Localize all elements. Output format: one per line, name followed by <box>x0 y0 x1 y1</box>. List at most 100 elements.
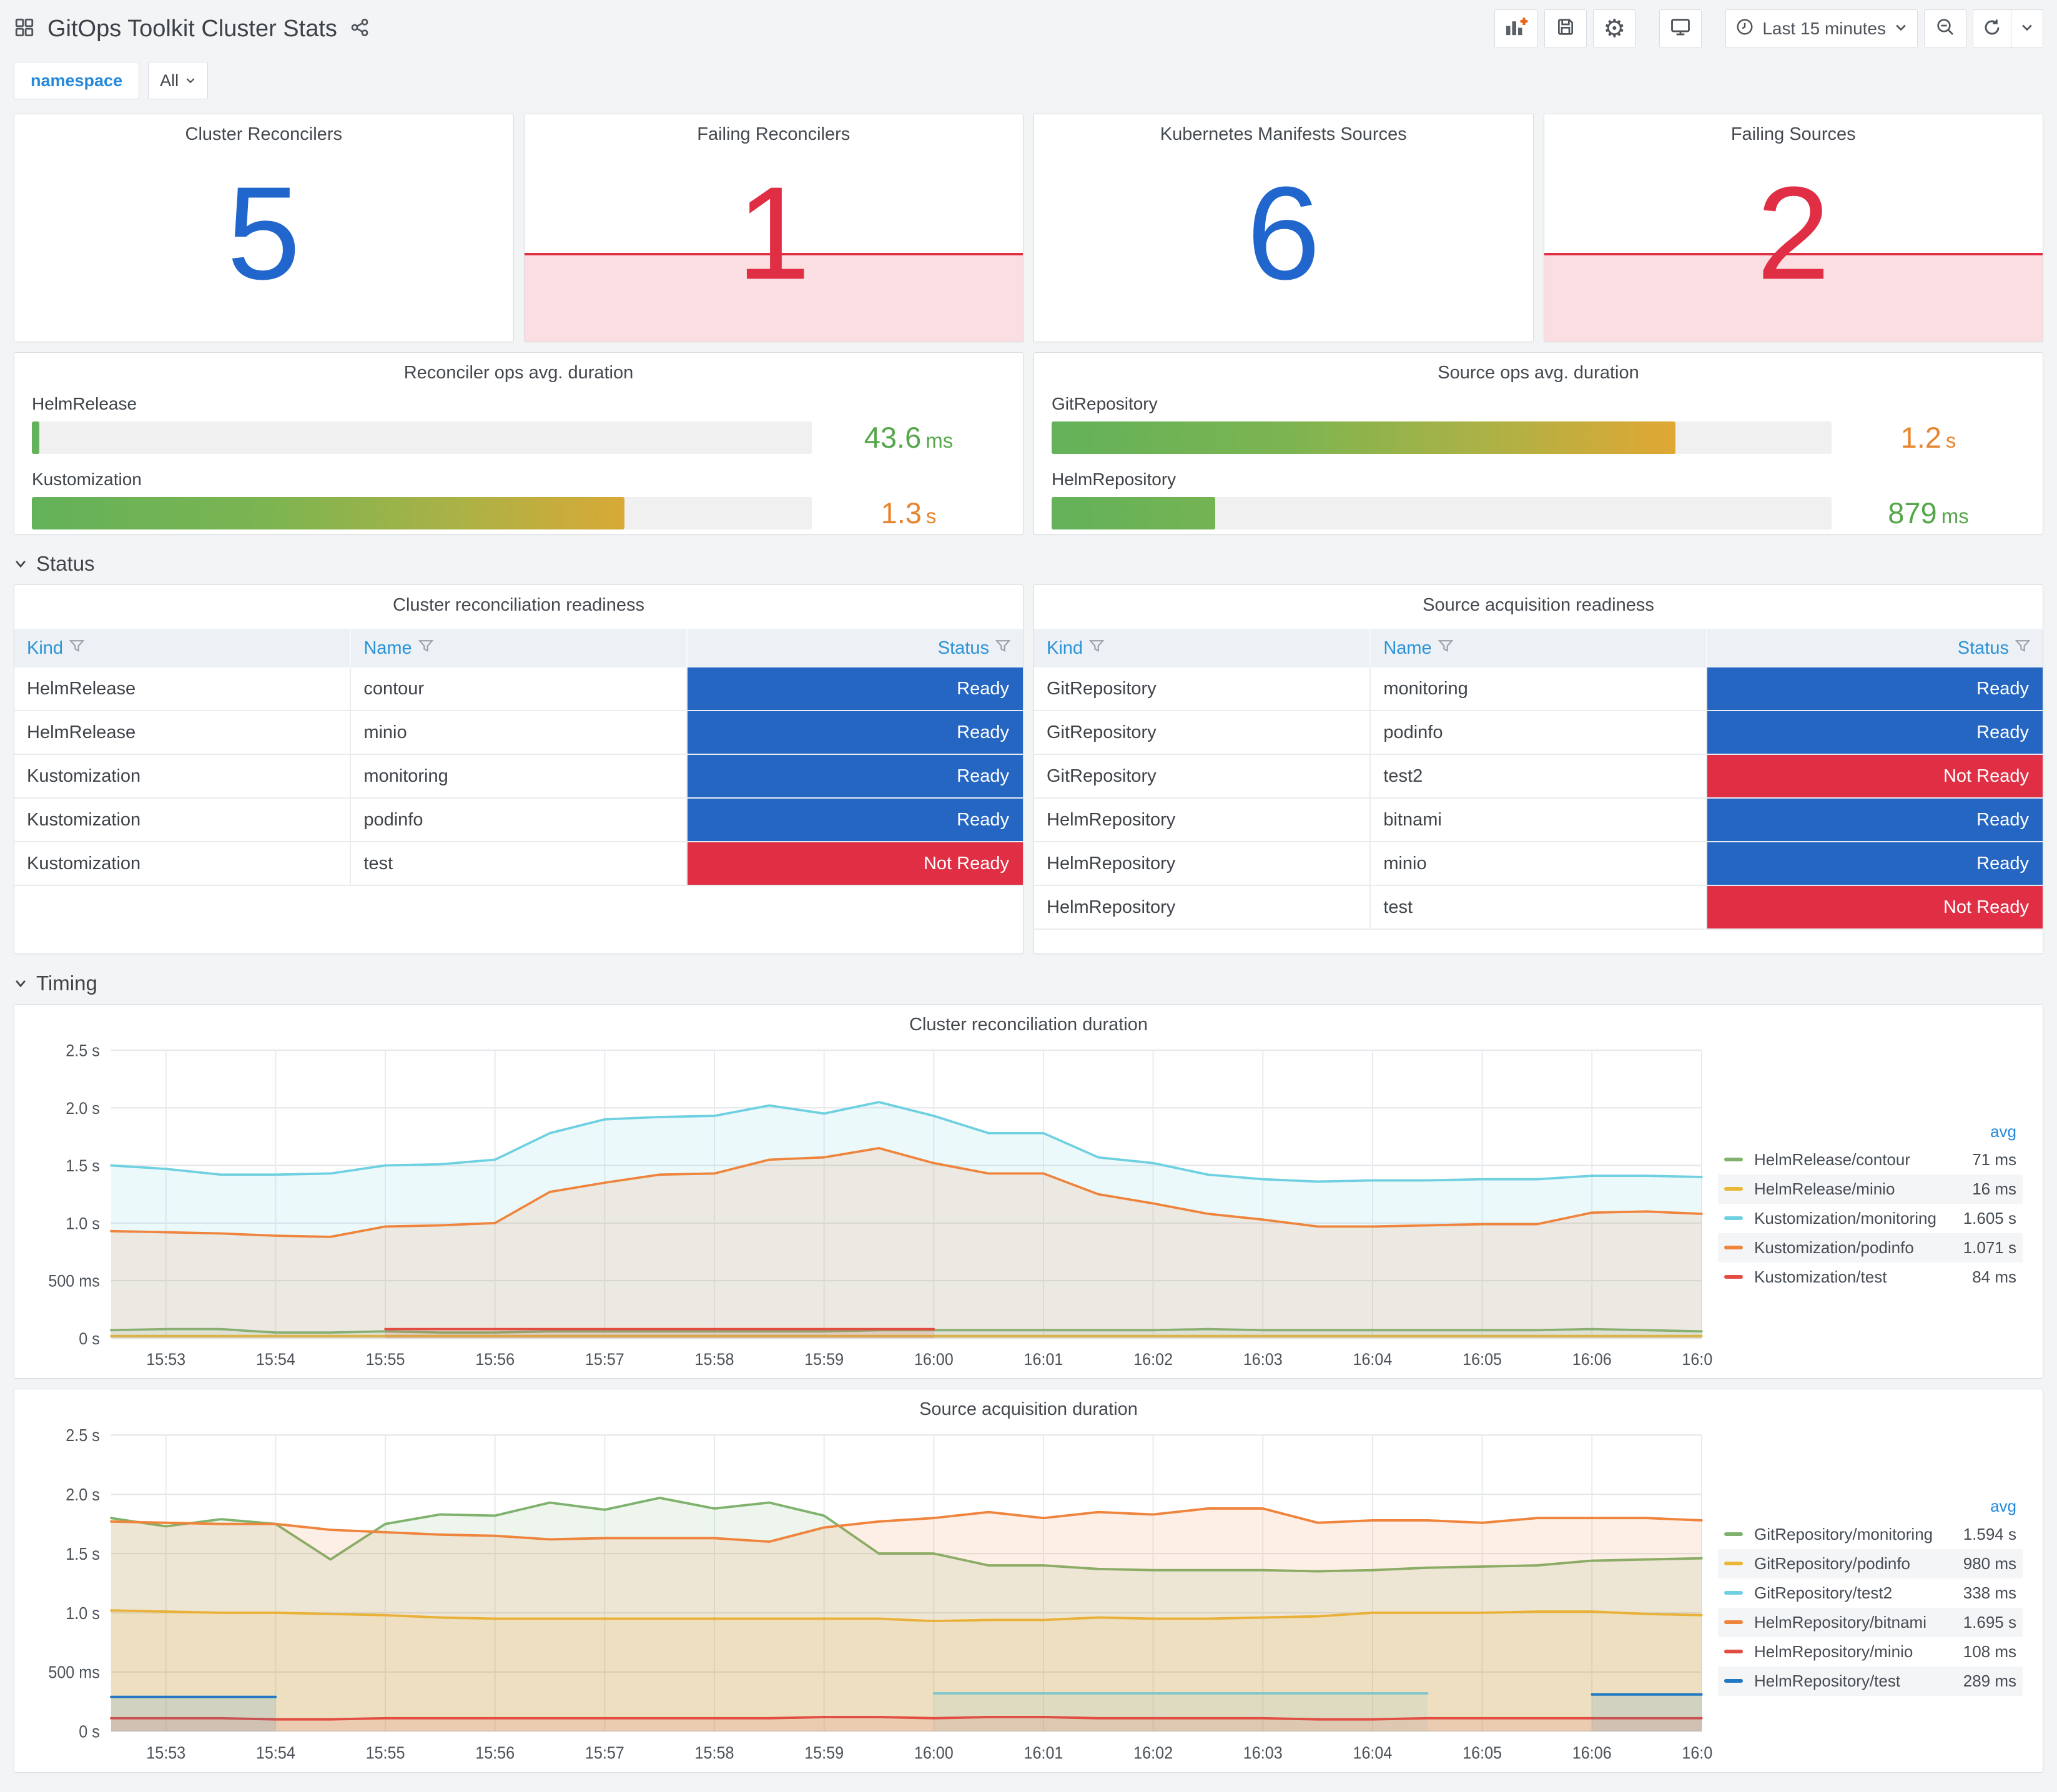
time-range-picker[interactable]: Last 15 minutes <box>1725 9 1918 48</box>
kind-cell: HelmRelease <box>14 667 352 711</box>
series-avg-value: 16 ms <box>1972 1179 2016 1198</box>
svg-text:16:04: 16:04 <box>1353 1351 1392 1369</box>
refresh-interval-dropdown[interactable] <box>2011 10 2043 47</box>
clock-icon <box>1735 17 1754 41</box>
svg-text:15:58: 15:58 <box>695 1743 734 1763</box>
time-range-label: Last 15 minutes <box>1762 19 1886 38</box>
svg-text:15:54: 15:54 <box>256 1351 295 1369</box>
status-cell: Ready <box>1706 842 2043 886</box>
series-name: GitRepository/test2 <box>1754 1583 1893 1602</box>
status-cell: Ready <box>1706 667 2043 711</box>
column-header-status[interactable]: Status <box>1706 629 2043 667</box>
legend-item[interactable]: HelmRelease/contour 71 ms <box>1718 1145 2023 1174</box>
legend-item[interactable]: HelmRelease/minio 16 ms <box>1718 1174 2023 1204</box>
series-name: Kustomization/test <box>1754 1267 1887 1286</box>
name-cell: test2 <box>1370 754 1707 799</box>
panel-title[interactable]: Kubernetes Manifests Sources <box>1034 124 1533 145</box>
gauge-track <box>32 496 812 529</box>
variable-namespace-label[interactable]: namespace <box>14 62 140 99</box>
gauge-value: 879 ms <box>1888 496 1969 529</box>
panel-title[interactable]: Source acquisition readiness <box>1034 595 2043 616</box>
cycle-view-mode-button[interactable] <box>1659 9 1702 48</box>
share-icon[interactable] <box>350 17 370 41</box>
legend-item[interactable]: Kustomization/monitoring 1.605 s <box>1718 1204 2023 1233</box>
series-avg-value: 1.071 s <box>1963 1238 2016 1257</box>
name-cell: minio <box>350 711 688 755</box>
variable-namespace-value[interactable]: All <box>148 62 209 99</box>
table-body: HelmRelease contour Ready HelmRelease minio R… <box>14 667 1023 886</box>
series-color-swatch <box>1724 1275 1743 1279</box>
legend-item[interactable]: HelmRepository/bitnami 1.695 s <box>1718 1607 2023 1637</box>
svg-text:16:03: 16:03 <box>1243 1351 1283 1369</box>
table-body: GitRepository monitoring Ready GitRepositor… <box>1034 667 2043 930</box>
series-name: HelmRelease/contour <box>1754 1150 1911 1169</box>
column-header-kind[interactable]: Kind <box>1034 629 1371 667</box>
kind-cell: Kustomization <box>14 798 352 842</box>
column-header-name[interactable]: Name <box>350 629 688 667</box>
refresh-icon <box>1982 17 2002 41</box>
panel-title[interactable]: Cluster Reconcilers <box>14 124 513 145</box>
section-label: Status <box>36 552 95 575</box>
time-series-plot[interactable]: 0 s 500 ms 1.0 s 1.5 s 2.0 s 2.5 s 15:53 15:54 1… <box>17 1041 1713 1374</box>
column-header-name[interactable]: Name <box>1370 629 1707 667</box>
series-color-swatch <box>1724 1562 1743 1565</box>
time-series-plot[interactable]: 0 s 500 ms 1.0 s 1.5 s 2.0 s 2.5 s 15:53 15:54 1… <box>17 1425 1713 1768</box>
filter-icon <box>1438 638 1454 659</box>
svg-text:2.0 s: 2.0 s <box>66 1100 100 1118</box>
legend-item[interactable]: Kustomization/test 84 ms <box>1718 1263 2023 1292</box>
gauge-label: HelmRelease <box>32 394 137 413</box>
status-cell: Ready <box>686 754 1023 799</box>
panel-title[interactable]: Failing Reconcilers <box>525 124 1024 145</box>
dashboard-settings-button[interactable]: ⚙ <box>1593 9 1636 48</box>
gauge-value: 1.2 s <box>1900 421 1956 454</box>
legend-item[interactable]: GitRepository/test2 338 ms <box>1718 1578 2023 1608</box>
status-badge: Ready <box>687 799 1023 841</box>
status-badge: Ready <box>1707 842 2043 885</box>
table-row: Kustomization monitoring Ready <box>14 754 1023 799</box>
series-name: HelmRepository/bitnami <box>1754 1612 1926 1632</box>
legend-item[interactable]: GitRepository/podinfo 980 ms <box>1718 1548 2023 1578</box>
stat-panel-failing-reconcilers: Failing Reconcilers 1 <box>523 114 1024 342</box>
column-header-kind[interactable]: Kind <box>14 629 352 667</box>
stat-value: 6 <box>1246 159 1321 307</box>
gauge-row: HelmRepository 879 ms <box>1052 470 2025 530</box>
panel-title[interactable]: Source ops avg. duration <box>1034 363 2043 383</box>
name-cell: monitoring <box>1370 667 1707 711</box>
status-cell: Ready <box>686 798 1023 842</box>
series-color-swatch <box>1724 1532 1743 1536</box>
refresh-button[interactable] <box>1973 10 2011 47</box>
status-cell: Ready <box>1706 798 2043 842</box>
legend-item[interactable]: GitRepository/monitoring 1.594 s <box>1718 1520 2023 1549</box>
row-header-status[interactable]: Status <box>14 548 2043 579</box>
table-row: HelmRepository test Not Ready <box>1034 885 2043 930</box>
panel-title[interactable]: Cluster reconciliation duration <box>14 1015 2043 1035</box>
dashboard-grid-icon[interactable] <box>14 17 35 41</box>
svg-text:15:53: 15:53 <box>146 1743 185 1763</box>
table-row: GitRepository podinfo Ready <box>1034 711 2043 755</box>
panel-title[interactable]: Reconciler ops avg. duration <box>14 363 1023 383</box>
status-badge: Not Ready <box>687 842 1023 885</box>
legend-item[interactable]: HelmRepository/test 289 ms <box>1718 1666 2023 1696</box>
legend-header-avg[interactable]: avg <box>1718 1492 2023 1520</box>
legend-item[interactable]: HelmRepository/minio 108 ms <box>1718 1637 2023 1666</box>
status-tables-row: Cluster reconciliation readiness Kind Na… <box>14 584 2043 954</box>
panel-title[interactable]: Source acquisition duration <box>14 1399 2043 1420</box>
filter-icon <box>69 638 85 659</box>
legend-item[interactable]: Kustomization/podinfo 1.071 s <box>1718 1233 2023 1263</box>
svg-text:16:01: 16:01 <box>1024 1743 1063 1763</box>
table-row: Kustomization podinfo Ready <box>14 798 1023 842</box>
svg-text:16:05: 16:05 <box>1463 1351 1502 1369</box>
status-cell: Not Ready <box>1706 754 2043 799</box>
panel-title[interactable]: Failing Sources <box>1544 124 2043 145</box>
save-dashboard-button[interactable] <box>1544 9 1587 48</box>
gauge-value: 43.6 ms <box>864 421 954 454</box>
add-panel-button[interactable] <box>1494 9 1539 48</box>
zoom-out-button[interactable] <box>1924 9 1966 48</box>
gauge-label: GitRepository <box>1052 394 1158 413</box>
legend-header-avg[interactable]: avg <box>1718 1118 2023 1145</box>
kind-cell: HelmRepository <box>1034 842 1371 886</box>
panel-title[interactable]: Cluster reconciliation readiness <box>14 595 1023 616</box>
svg-text:1.5 s: 1.5 s <box>66 1544 99 1563</box>
row-header-timing[interactable]: Timing <box>14 968 2043 999</box>
column-header-status[interactable]: Status <box>686 629 1023 667</box>
